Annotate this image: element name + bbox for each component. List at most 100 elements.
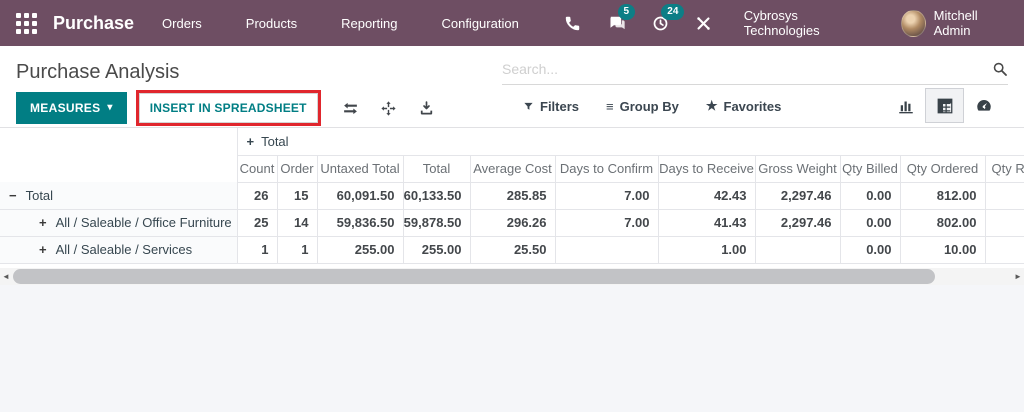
filters-button[interactable]: Filters bbox=[523, 98, 579, 114]
phone-icon[interactable] bbox=[563, 12, 583, 34]
user-name[interactable]: Mitchell Admin bbox=[934, 8, 1008, 38]
pivot-view-button[interactable] bbox=[925, 88, 964, 123]
cell-value[interactable]: 25 bbox=[236, 209, 277, 237]
row-header-office-furniture[interactable]: + All / Saleable / Office Furniture bbox=[0, 209, 237, 237]
group-by-button[interactable]: ≡ Group By bbox=[606, 98, 679, 114]
col-header-order[interactable]: Order bbox=[276, 155, 317, 183]
cell-value[interactable] bbox=[984, 236, 1024, 264]
expand-row-icon[interactable]: + bbox=[39, 242, 47, 257]
cell-value[interactable]: 0.00 bbox=[839, 236, 900, 264]
cell-value[interactable]: 59,836.50 bbox=[316, 209, 403, 237]
nav-item-orders[interactable]: Orders bbox=[162, 16, 202, 31]
activities-clock-icon[interactable]: 24 bbox=[650, 4, 685, 34]
activities-count-badge: 24 bbox=[661, 4, 685, 20]
col-header-days-to-receive[interactable]: Days to Receive bbox=[657, 155, 755, 183]
cell-value[interactable]: 25.50 bbox=[469, 236, 555, 264]
scroll-right-arrow[interactable]: ► bbox=[1012, 268, 1024, 285]
scrollbar-thumb[interactable] bbox=[13, 268, 935, 284]
measures-button[interactable]: MEASURES ▾ bbox=[16, 92, 127, 124]
cell-value[interactable]: 1 bbox=[276, 236, 317, 264]
col-header-count[interactable]: Count bbox=[236, 155, 277, 183]
col-header-qty-received[interactable]: Qty Re bbox=[984, 155, 1024, 183]
filter-icon bbox=[524, 102, 533, 110]
cell-value[interactable]: 41.43 bbox=[657, 209, 755, 237]
cell-value[interactable]: 7.00 bbox=[554, 209, 658, 237]
apps-menu-icon[interactable] bbox=[16, 12, 37, 34]
scroll-left-arrow[interactable]: ◄ bbox=[0, 268, 12, 285]
col-header-gross-weight[interactable]: Gross Weight bbox=[754, 155, 840, 183]
star-icon: ★ bbox=[705, 98, 718, 113]
cell-value[interactable]: 1.00 bbox=[657, 236, 755, 264]
caret-down-icon: ▾ bbox=[107, 102, 113, 113]
table-row-office-furniture: + All / Saleable / Office Furniture 25 14… bbox=[0, 209, 1024, 237]
cell-value[interactable]: 0.00 bbox=[839, 209, 900, 237]
cell-value[interactable]: 15 bbox=[276, 182, 317, 210]
favorites-button[interactable]: ★ Favorites bbox=[706, 98, 781, 114]
cell-value[interactable]: 255.00 bbox=[402, 236, 470, 264]
cell-value[interactable]: 812.00 bbox=[899, 182, 985, 210]
col-header-total[interactable]: Total bbox=[402, 155, 470, 183]
flip-axis-icon[interactable] bbox=[342, 100, 359, 117]
cell-value[interactable] bbox=[984, 209, 1024, 237]
cell-value[interactable]: 802.00 bbox=[899, 209, 985, 237]
cell-value[interactable]: 0.00 bbox=[839, 182, 900, 210]
pivot-table: + Total Count Order Untaxed Total Total A… bbox=[0, 128, 1024, 264]
cell-value[interactable]: 1 bbox=[236, 236, 277, 264]
download-icon[interactable] bbox=[418, 100, 435, 117]
cell-value[interactable]: 2,297.46 bbox=[754, 209, 840, 237]
row-header-services[interactable]: + All / Saleable / Services bbox=[0, 236, 237, 264]
row-label: All / Saleable / Office Furniture bbox=[55, 215, 232, 230]
search-input[interactable] bbox=[502, 61, 992, 77]
expand-all-icon[interactable] bbox=[380, 100, 397, 117]
cell-value[interactable]: 7.00 bbox=[554, 182, 658, 210]
cell-value[interactable]: 255.00 bbox=[316, 236, 403, 264]
app-name[interactable]: Purchase bbox=[53, 13, 134, 34]
table-row-services: + All / Saleable / Services 1 1 255.00 25… bbox=[0, 236, 1024, 264]
company-name[interactable]: Cybrosys Technologies bbox=[744, 8, 864, 38]
row-label: Total bbox=[25, 187, 54, 203]
row-label: All / Saleable / Services bbox=[55, 242, 193, 257]
cell-value[interactable]: 2,297.46 bbox=[754, 182, 840, 210]
cell-value[interactable] bbox=[984, 182, 1024, 210]
nav-item-configuration[interactable]: Configuration bbox=[441, 16, 518, 31]
collapse-row-icon[interactable]: − bbox=[9, 188, 17, 203]
view-switcher bbox=[886, 88, 1003, 123]
col-header-qty-billed[interactable]: Qty Billed bbox=[839, 155, 900, 183]
insert-in-spreadsheet-button[interactable]: INSERT IN SPREADSHEET bbox=[138, 93, 318, 123]
row-header-total[interactable]: − Total bbox=[0, 182, 237, 210]
cell-value[interactable]: 59,878.50 bbox=[402, 209, 470, 237]
bar-chart-view-button[interactable] bbox=[886, 88, 925, 123]
horizontal-scrollbar[interactable]: ◄ ► bbox=[0, 267, 1024, 285]
measure-header-row: Count Order Untaxed Total Total Average … bbox=[0, 155, 1024, 183]
col-header-average-cost[interactable]: Average Cost bbox=[469, 155, 555, 183]
cell-value[interactable]: 14 bbox=[276, 209, 317, 237]
user-avatar[interactable] bbox=[901, 9, 926, 37]
page-title: Purchase Analysis bbox=[16, 61, 180, 83]
search-icon[interactable] bbox=[992, 61, 1008, 77]
pivot-table-container: + Total Count Order Untaxed Total Total A… bbox=[0, 128, 1024, 264]
favorites-label: Favorites bbox=[723, 98, 782, 114]
nav-item-products[interactable]: Products bbox=[246, 16, 297, 31]
expand-column-icon[interactable]: + bbox=[247, 134, 255, 149]
search-bar bbox=[502, 61, 1008, 85]
col-header-days-to-confirm[interactable]: Days to Confirm bbox=[554, 155, 658, 183]
col-header-untaxed-total[interactable]: Untaxed Total bbox=[316, 155, 403, 183]
tools-icon[interactable] bbox=[694, 12, 714, 34]
cell-value[interactable]: 285.85 bbox=[469, 182, 555, 210]
cell-value[interactable]: 296.26 bbox=[469, 209, 555, 237]
expand-row-icon[interactable]: + bbox=[39, 215, 47, 230]
cell-value[interactable]: 42.43 bbox=[657, 182, 755, 210]
messages-icon[interactable]: 5 bbox=[607, 4, 636, 34]
column-group-label: Total bbox=[261, 133, 289, 149]
dashboard-view-button[interactable] bbox=[964, 88, 1003, 123]
cell-value[interactable]: 26 bbox=[236, 182, 277, 210]
cell-value[interactable] bbox=[754, 236, 840, 264]
cell-value[interactable] bbox=[554, 236, 658, 264]
col-header-qty-ordered[interactable]: Qty Ordered bbox=[899, 155, 985, 183]
cell-value[interactable]: 60,133.50 bbox=[402, 182, 470, 210]
nav-item-reporting[interactable]: Reporting bbox=[341, 16, 397, 31]
group-by-icon: ≡ bbox=[606, 98, 614, 114]
column-group-total[interactable]: + Total bbox=[236, 128, 1024, 156]
cell-value[interactable]: 10.00 bbox=[899, 236, 985, 264]
cell-value[interactable]: 60,091.50 bbox=[316, 182, 403, 210]
